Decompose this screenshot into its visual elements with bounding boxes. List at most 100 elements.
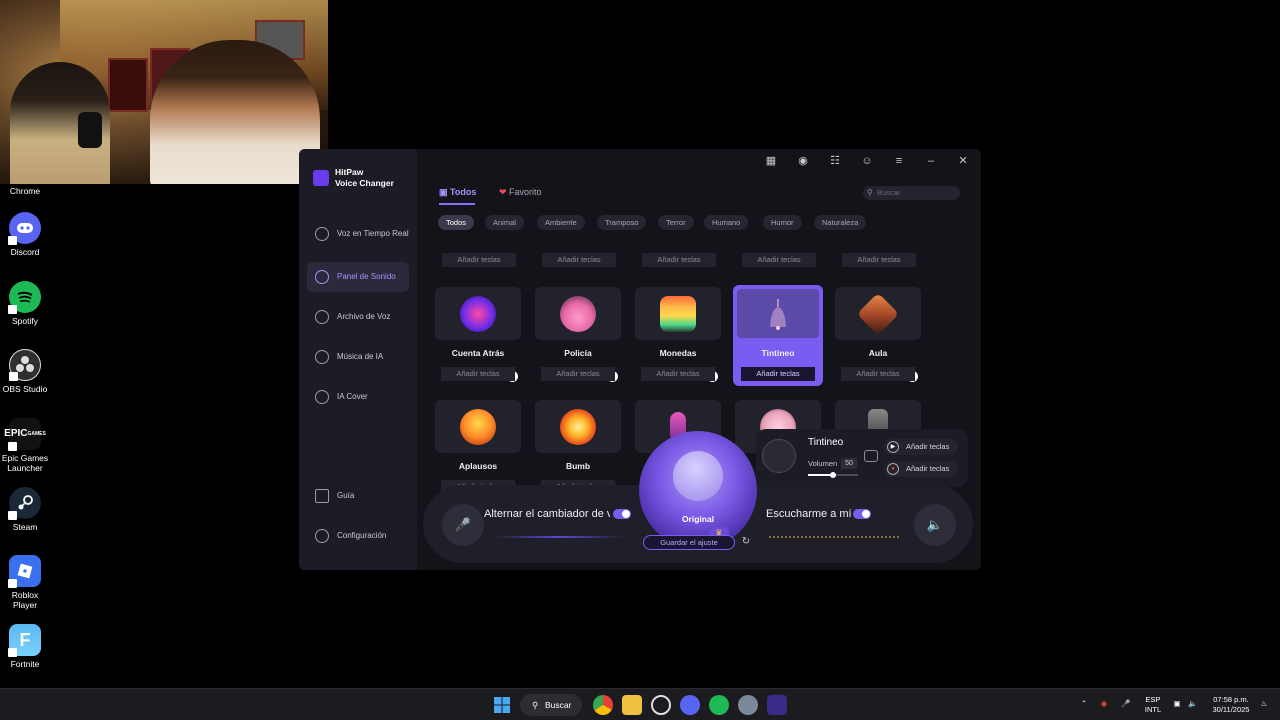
loop-icon[interactable] bbox=[864, 450, 878, 462]
nav-voz-tiempo-real[interactable]: Voz en Tiempo Real bbox=[307, 219, 409, 249]
stop-hotkey-button[interactable]: ● Añadir teclas bbox=[884, 461, 958, 477]
file-voice-icon bbox=[315, 310, 329, 324]
hear-myself-label: Escucharme a mí r bbox=[766, 508, 851, 520]
discord-icon[interactable] bbox=[680, 695, 700, 715]
windows-start-icon[interactable] bbox=[492, 695, 512, 715]
desktop: Chrome Discord Spotify OBS Studio EPIC GA… bbox=[0, 0, 1280, 688]
category-chip[interactable]: Humano bbox=[704, 215, 749, 230]
explosion-icon bbox=[560, 408, 596, 445]
add-keys-button[interactable]: Añadir teclas bbox=[542, 253, 616, 267]
search-input[interactable]: ⚲ Buscar bbox=[863, 186, 960, 200]
spotify-icon[interactable] bbox=[709, 695, 729, 715]
taskbar-search[interactable]: ⚲ Buscar bbox=[520, 694, 582, 716]
desktop-icon-spotify[interactable]: Spotify bbox=[0, 281, 50, 326]
cart-icon[interactable]: ☷ bbox=[828, 154, 842, 168]
voice-changer-switch[interactable] bbox=[613, 509, 631, 519]
add-keys-button[interactable]: Añadir teclas bbox=[741, 367, 815, 381]
minimize-icon[interactable]: – bbox=[924, 154, 938, 168]
category-chip[interactable]: Animal bbox=[485, 215, 524, 230]
desktop-icon-steam[interactable]: Steam bbox=[0, 487, 50, 532]
nav-archivo-de-voz[interactable]: Archivo de Voz bbox=[307, 302, 409, 332]
desktop-icon-chrome[interactable]: Chrome bbox=[0, 170, 50, 196]
reset-icon[interactable]: ↻ bbox=[740, 536, 752, 548]
file-explorer-icon[interactable] bbox=[622, 695, 642, 715]
sound-card-bumb[interactable]: ↓ Bumb Añadir teclas bbox=[535, 400, 621, 498]
guide-book-icon[interactable]: ▦ bbox=[764, 154, 778, 168]
volume-slider-knob[interactable] bbox=[830, 472, 836, 478]
discord-icon[interactable]: ◉ bbox=[796, 154, 810, 168]
desktop-icon-discord[interactable]: Discord bbox=[0, 212, 50, 257]
obs-icon[interactable] bbox=[651, 695, 671, 715]
settings-icon[interactable] bbox=[738, 695, 758, 715]
play-hotkey-button[interactable]: ▶ Añadir teclas bbox=[884, 439, 958, 455]
sound-card-policia[interactable]: ↓ Policía Añadir teclas bbox=[535, 287, 621, 385]
tab-todos[interactable]: ▣ Todos bbox=[439, 187, 476, 198]
tray-microphone-icon[interactable]: 🎤 bbox=[1120, 699, 1132, 709]
nav-musica-de-ia[interactable]: Música de IA bbox=[307, 342, 409, 372]
volume-icon[interactable]: 🔈 bbox=[1186, 699, 1200, 709]
classroom-icon bbox=[856, 292, 900, 335]
sidebar: HitPaw Voice Changer Voz en Tiempo Real P… bbox=[299, 149, 417, 570]
speaker-button[interactable]: 🔈 bbox=[914, 504, 956, 546]
sound-card-monedas[interactable]: ↓ Monedas Añadir teclas bbox=[635, 287, 721, 385]
nav-ia-cover[interactable]: IA Cover bbox=[307, 382, 409, 412]
desktop-icon-epic-games[interactable]: EPIC GAMES Epic Games Launcher bbox=[0, 418, 50, 473]
nav-guia[interactable]: Guía bbox=[307, 481, 409, 511]
clock-date: 30/11/2025 bbox=[1212, 705, 1250, 714]
add-keys-button[interactable]: Añadir teclas bbox=[641, 367, 715, 381]
volume-slider[interactable] bbox=[808, 472, 858, 478]
close-icon[interactable]: ✕ bbox=[956, 154, 970, 168]
search-icon: ⚲ bbox=[532, 700, 539, 710]
tab-favorito[interactable]: ❤ Favorito bbox=[499, 187, 542, 198]
nav-panel-de-sonido[interactable]: Panel de Sonido bbox=[307, 262, 409, 292]
webcam-overlay bbox=[0, 0, 328, 184]
ai-cover-icon bbox=[315, 390, 329, 404]
tray-app-icon[interactable]: ◉ bbox=[1098, 699, 1110, 709]
category-chip[interactable]: Todos bbox=[438, 215, 475, 230]
add-keys-button[interactable]: Añadir teclas bbox=[842, 253, 916, 267]
add-keys-button[interactable]: Añadir teclas bbox=[441, 367, 515, 381]
add-keys-button[interactable]: Añadir teclas bbox=[541, 367, 615, 381]
category-chip[interactable]: Naturaleza bbox=[814, 215, 867, 230]
add-keys-button[interactable]: Añadir teclas bbox=[742, 253, 816, 267]
category-chip[interactable]: Tramposo bbox=[597, 215, 647, 230]
add-keys-button[interactable]: Añadir teclas bbox=[841, 367, 915, 381]
nav-configuracion[interactable]: Configuración bbox=[307, 521, 409, 551]
save-settings-button[interactable]: Guardar el ajuste bbox=[643, 535, 735, 550]
voice-preset-orb[interactable]: Original ♛ bbox=[639, 431, 757, 549]
chrome-icon[interactable] bbox=[593, 695, 613, 715]
clock[interactable]: 07:58 p.m. 30/11/2025 bbox=[1206, 695, 1256, 715]
tray-chevron-up-icon[interactable]: ⌃ bbox=[1078, 699, 1090, 709]
search-icon: ⚲ bbox=[867, 188, 873, 197]
hitpaw-icon[interactable] bbox=[767, 695, 787, 715]
language-code: ESP bbox=[1145, 695, 1161, 704]
countdown-icon bbox=[460, 295, 496, 332]
menu-icon[interactable]: ≡ bbox=[892, 154, 906, 168]
user-icon[interactable]: ☺ bbox=[860, 154, 874, 168]
microphone-button[interactable]: 🎤 bbox=[442, 504, 484, 546]
obs-icon bbox=[9, 349, 41, 381]
mic-waveform bbox=[494, 536, 624, 538]
add-keys-button[interactable]: Añadir teclas bbox=[642, 253, 716, 267]
sound-card-aplausos[interactable]: ↓ Aplausos Añadir teclas bbox=[435, 400, 521, 498]
notification-bell-icon[interactable]: ♨ bbox=[1258, 699, 1270, 709]
toggle-voice-changer-label: Alternar el cambiador de vc bbox=[484, 508, 610, 520]
desktop-icon-roblox[interactable]: Roblox Player bbox=[0, 555, 50, 610]
hear-myself-switch[interactable] bbox=[853, 509, 871, 519]
desktop-icon-obs[interactable]: OBS Studio bbox=[0, 349, 50, 394]
language-indicator[interactable]: ESP INTL bbox=[1142, 695, 1164, 715]
category-chip[interactable]: Terror bbox=[658, 215, 694, 230]
category-chip[interactable]: Humor bbox=[763, 215, 802, 230]
volume-label: Volumen bbox=[808, 459, 838, 468]
app-subtitle: Voice Changer bbox=[335, 178, 394, 188]
sound-card-tintineo[interactable]: Tintineo Añadir teclas bbox=[733, 285, 823, 386]
category-chip[interactable]: Ambiente bbox=[537, 215, 585, 230]
sound-card-aula[interactable]: ↓ Aula Añadir teclas bbox=[835, 287, 921, 385]
speaker-icon: 🔈 bbox=[926, 517, 944, 532]
desktop-icon-fortnite[interactable]: F Fortnite bbox=[0, 624, 50, 669]
network-icon[interactable]: ▣ bbox=[1170, 699, 1184, 709]
coins-icon bbox=[660, 295, 696, 332]
sound-card-cuenta-atras[interactable]: ↓ Cuenta Atrás Añadir teclas bbox=[435, 287, 521, 385]
add-keys-button[interactable]: Añadir teclas bbox=[442, 253, 516, 267]
brand: HitPaw Voice Changer bbox=[313, 167, 394, 189]
